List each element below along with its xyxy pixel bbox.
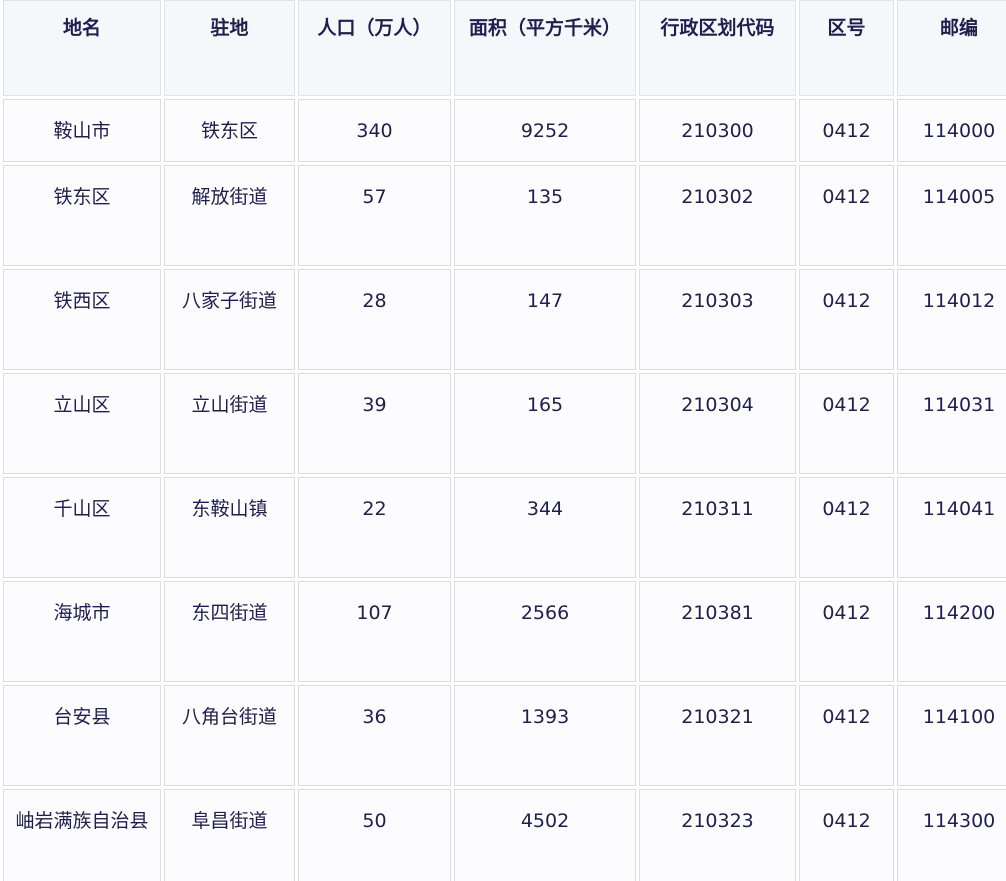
cell-area-code: 0412 [799, 789, 894, 881]
cell-place-name: 海城市 [3, 581, 161, 682]
cell-place-name: 千山区 [3, 477, 161, 578]
cell-postal-code: 114100 [897, 685, 1006, 786]
cell-postal-code: 114000 [897, 99, 1006, 162]
table-row: 千山区 东鞍山镇 22 344 210311 0412 114041 [3, 477, 1006, 578]
cell-postal-code: 114200 [897, 581, 1006, 682]
cell-division-code: 210304 [639, 373, 796, 474]
cell-population: 28 [298, 269, 451, 370]
cell-area: 165 [454, 373, 636, 474]
table-header-row: 地名 驻地 人口（万人） 面积（平方千米） 行政区划代码 区号 邮编 [3, 0, 1006, 96]
header-cell-population: 人口（万人） [298, 0, 451, 96]
cell-place-name: 岫岩满族自治县 [3, 789, 161, 881]
cell-division-code: 210381 [639, 581, 796, 682]
cell-area-code: 0412 [799, 581, 894, 682]
cell-place-name: 台安县 [3, 685, 161, 786]
cell-area: 344 [454, 477, 636, 578]
cell-area-code: 0412 [799, 477, 894, 578]
table-row: 台安县 八角台街道 36 1393 210321 0412 114100 [3, 685, 1006, 786]
table-row: 铁东区 解放街道 57 135 210302 0412 114005 [3, 165, 1006, 266]
cell-population: 50 [298, 789, 451, 881]
cell-area: 2566 [454, 581, 636, 682]
cell-seat: 铁东区 [164, 99, 295, 162]
cell-area-code: 0412 [799, 165, 894, 266]
table-row: 鞍山市 铁东区 340 9252 210300 0412 114000 [3, 99, 1006, 162]
cell-place-name: 铁东区 [3, 165, 161, 266]
cell-area: 1393 [454, 685, 636, 786]
cell-population: 340 [298, 99, 451, 162]
header-cell-seat: 驻地 [164, 0, 295, 96]
header-cell-area-code: 区号 [799, 0, 894, 96]
header-cell-postal-code: 邮编 [897, 0, 1006, 96]
header-cell-area: 面积（平方千米） [454, 0, 636, 96]
cell-area-code: 0412 [799, 373, 894, 474]
cell-postal-code: 114005 [897, 165, 1006, 266]
cell-population: 57 [298, 165, 451, 266]
header-cell-division-code: 行政区划代码 [639, 0, 796, 96]
cell-area: 147 [454, 269, 636, 370]
table-row: 铁西区 八家子街道 28 147 210303 0412 114012 [3, 269, 1006, 370]
cell-division-code: 210303 [639, 269, 796, 370]
cell-postal-code: 114300 [897, 789, 1006, 881]
cell-seat: 东鞍山镇 [164, 477, 295, 578]
cell-postal-code: 114012 [897, 269, 1006, 370]
table-row: 海城市 东四街道 107 2566 210381 0412 114200 [3, 581, 1006, 682]
cell-seat: 立山街道 [164, 373, 295, 474]
cell-area-code: 0412 [799, 99, 894, 162]
cell-seat: 东四街道 [164, 581, 295, 682]
administrative-divisions-table: 地名 驻地 人口（万人） 面积（平方千米） 行政区划代码 区号 邮编 鞍山市 铁… [0, 0, 1006, 881]
cell-area-code: 0412 [799, 269, 894, 370]
table-row: 岫岩满族自治县 阜昌街道 50 4502 210323 0412 114300 [3, 789, 1006, 881]
cell-division-code: 210311 [639, 477, 796, 578]
cell-area: 9252 [454, 99, 636, 162]
table-row: 立山区 立山街道 39 165 210304 0412 114031 [3, 373, 1006, 474]
cell-place-name: 鞍山市 [3, 99, 161, 162]
header-cell-place-name: 地名 [3, 0, 161, 96]
cell-area: 135 [454, 165, 636, 266]
cell-postal-code: 114041 [897, 477, 1006, 578]
cell-place-name: 立山区 [3, 373, 161, 474]
cell-division-code: 210321 [639, 685, 796, 786]
cell-seat: 八角台街道 [164, 685, 295, 786]
cell-division-code: 210300 [639, 99, 796, 162]
cell-seat: 解放街道 [164, 165, 295, 266]
cell-population: 107 [298, 581, 451, 682]
cell-population: 36 [298, 685, 451, 786]
cell-population: 22 [298, 477, 451, 578]
cell-seat: 阜昌街道 [164, 789, 295, 881]
cell-seat: 八家子街道 [164, 269, 295, 370]
cell-area-code: 0412 [799, 685, 894, 786]
cell-population: 39 [298, 373, 451, 474]
cell-postal-code: 114031 [897, 373, 1006, 474]
data-table-container: 地名 驻地 人口（万人） 面积（平方千米） 行政区划代码 区号 邮编 鞍山市 铁… [0, 0, 1006, 881]
cell-area: 4502 [454, 789, 636, 881]
cell-place-name: 铁西区 [3, 269, 161, 370]
cell-division-code: 210302 [639, 165, 796, 266]
cell-division-code: 210323 [639, 789, 796, 881]
